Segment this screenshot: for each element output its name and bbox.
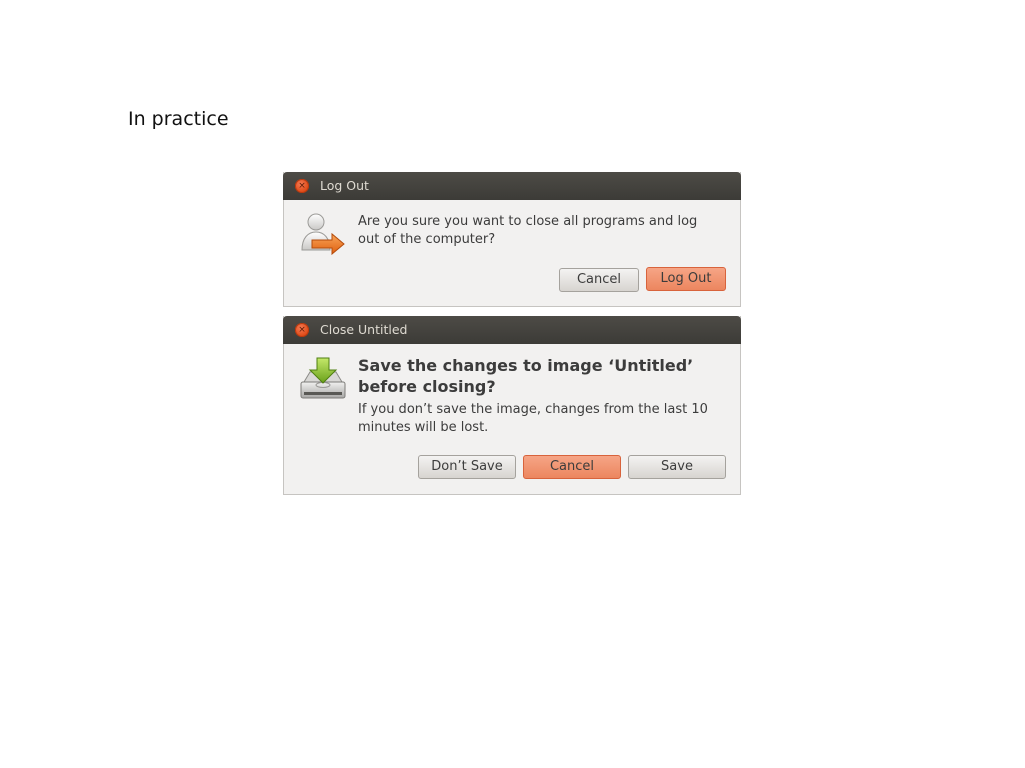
close-dialog-primary-text: Save the changes to image ‘Untitled’ bef…: [358, 356, 694, 396]
logout-dialog-title: Log Out: [320, 178, 369, 193]
logout-dialog-titlebar[interactable]: × Log Out: [283, 172, 741, 200]
user-logout-icon: [301, 213, 345, 256]
page: In practice × Log Out Are you sure you w…: [0, 0, 1025, 768]
close-untitled-dialog: × Close Untitled Save the changes to ima…: [283, 316, 741, 495]
logout-dialog-message: Are you sure you want to close all progr…: [358, 214, 698, 247]
dont-save-button[interactable]: Don’t Save: [418, 455, 516, 479]
logout-dialog-close-button[interactable]: ×: [295, 179, 309, 193]
log-out-button[interactable]: Log Out: [646, 267, 726, 291]
save-button[interactable]: Save: [628, 455, 726, 479]
logout-dialog: × Log Out Are you sure you want to close…: [283, 172, 741, 307]
close-untitled-dialog-titlebar[interactable]: × Close Untitled: [283, 316, 741, 344]
page-heading: In practice: [128, 108, 229, 130]
save-to-disk-icon: [300, 357, 346, 399]
close-untitled-dialog-title: Close Untitled: [320, 322, 408, 337]
close-untitled-dialog-close-button[interactable]: ×: [295, 323, 309, 337]
cancel-button[interactable]: Cancel: [523, 455, 621, 479]
close-icon: ×: [298, 181, 306, 191]
cancel-button[interactable]: Cancel: [559, 268, 639, 292]
close-icon: ×: [298, 325, 306, 335]
close-dialog-secondary-text: If you don’t save the image, changes fro…: [358, 402, 708, 435]
